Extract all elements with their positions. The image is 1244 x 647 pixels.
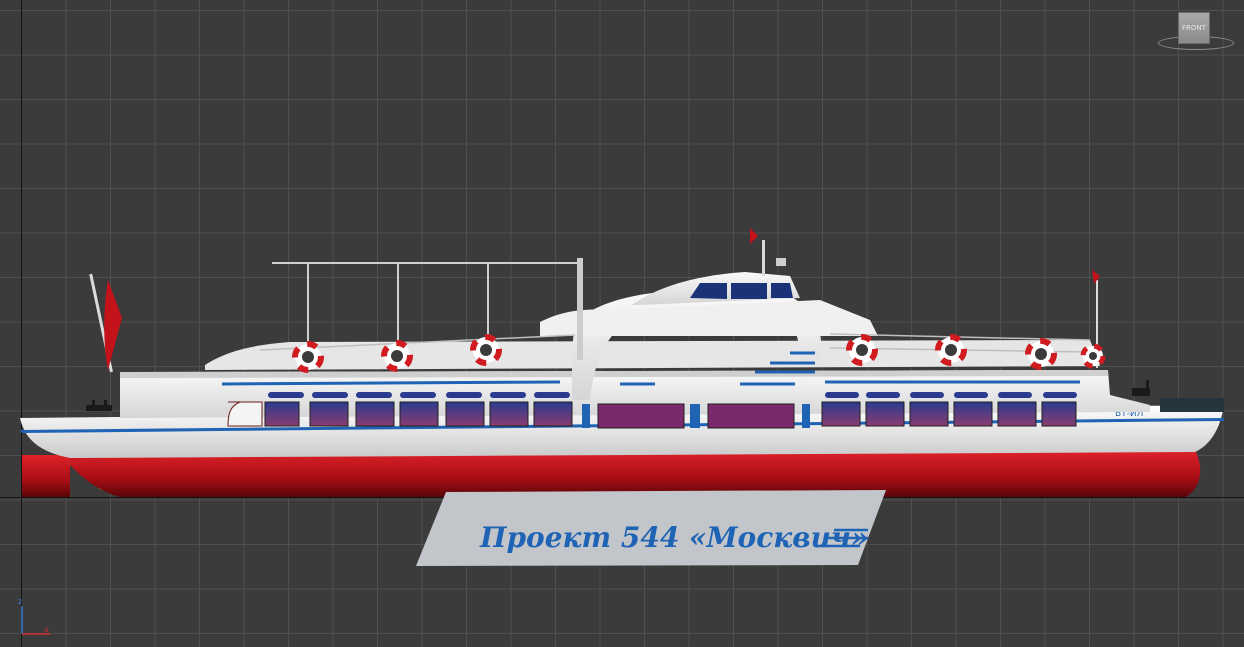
deck-house (540, 300, 878, 336)
awning-frame (272, 262, 580, 345)
project-title: Проект 544 «Москвич» (480, 521, 869, 554)
lifebuoy-4 (846, 334, 878, 366)
axis-tripod: z x (18, 597, 50, 635)
lifebuoy-1 (292, 341, 324, 373)
lifebuoy-7 (1080, 343, 1106, 369)
wheelhouse-window-2 (731, 283, 767, 299)
mast-flag (750, 228, 758, 244)
stern-rudder (22, 455, 70, 497)
bow-deck (1160, 398, 1224, 412)
cabin-windows-aft (227, 401, 573, 427)
lifebuoy-2 (381, 340, 413, 372)
salon-windows-mid (582, 403, 810, 429)
mast-light (776, 258, 786, 266)
wheelhouse-window-3 (771, 283, 793, 298)
lifebuoy-5 (935, 334, 967, 366)
lifebuoy-6 (1025, 338, 1057, 370)
lifebuoy-3 (470, 334, 502, 366)
stern-flag (104, 280, 122, 370)
svg-text:z: z (18, 597, 22, 606)
funnel-pipe (577, 258, 583, 360)
mast (762, 240, 765, 276)
stern-bollards (86, 400, 112, 411)
bow-winch (1132, 380, 1150, 396)
svg-text:x: x (44, 625, 49, 634)
